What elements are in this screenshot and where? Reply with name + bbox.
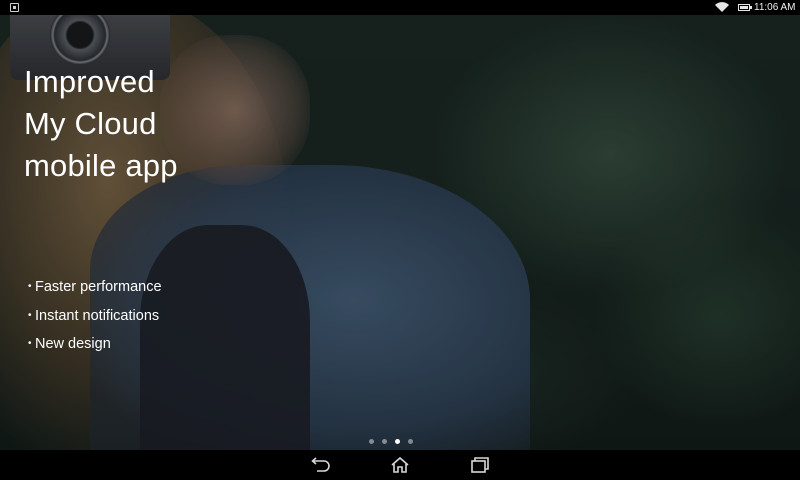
page-dot[interactable] — [408, 439, 413, 444]
feature-label: New design — [35, 336, 111, 353]
battery-icon — [738, 4, 752, 11]
feature-item: • Instant notifications — [28, 302, 162, 331]
status-time: 11:06 AM — [754, 2, 796, 13]
headline-line: Improved — [24, 64, 155, 99]
page-indicator[interactable] — [369, 439, 413, 444]
onboarding-slide[interactable]: Improved My Cloud mobile app • Faster pe… — [0, 15, 800, 450]
feature-item: • Faster performance — [28, 273, 162, 302]
page-dot-active[interactable] — [395, 439, 400, 444]
home-icon[interactable] — [389, 456, 411, 474]
headline: Improved My Cloud mobile app — [24, 61, 284, 187]
headline-line: My Cloud — [24, 106, 157, 141]
wifi-icon — [715, 2, 729, 13]
bullet: • — [28, 338, 32, 350]
page-dot[interactable] — [369, 439, 374, 444]
feature-label: Faster performance — [35, 279, 162, 296]
back-icon[interactable] — [309, 456, 331, 474]
headline-line: mobile app — [24, 148, 178, 183]
feature-label: Instant notifications — [35, 307, 160, 324]
bullet: • — [28, 281, 32, 293]
recent-apps-icon[interactable] — [469, 456, 491, 474]
feature-list: • Faster performance • Instant notificat… — [28, 273, 162, 359]
bullet: • — [28, 309, 32, 321]
navigation-bar — [0, 450, 800, 480]
feature-item: • New design — [28, 330, 162, 359]
page-dot[interactable] — [382, 439, 387, 444]
screenshot-notification-icon — [10, 3, 19, 12]
status-bar: 11:06 AM — [0, 0, 800, 15]
